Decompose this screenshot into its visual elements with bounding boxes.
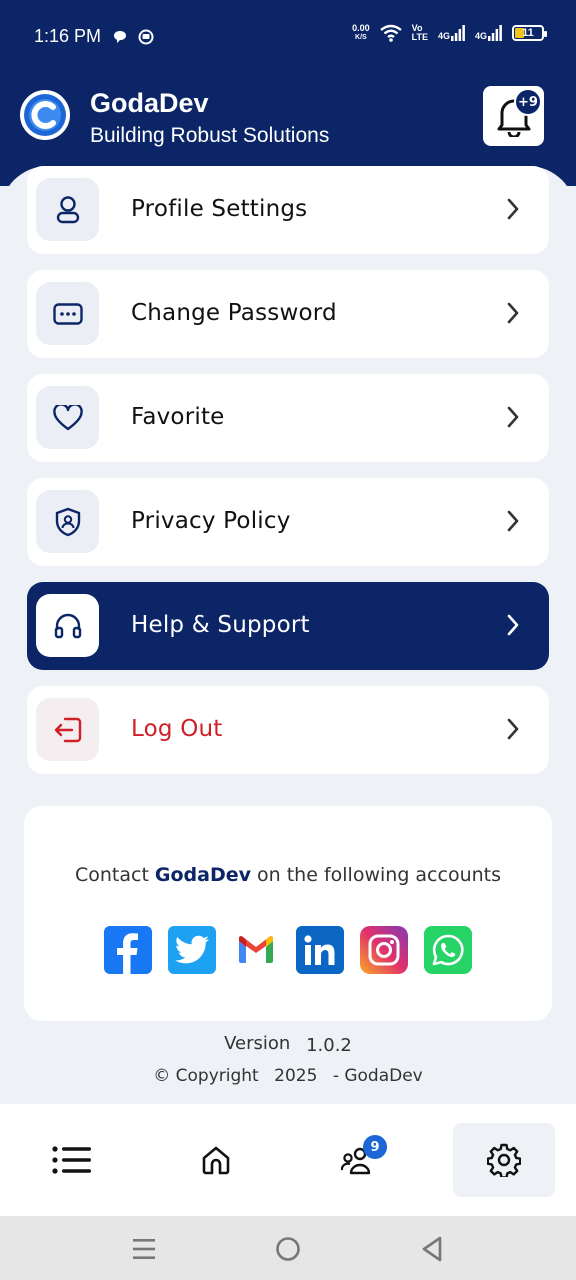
system-nav-bar (0, 1216, 576, 1280)
signal-2: 4G (475, 25, 502, 41)
chevron-right-icon (507, 614, 519, 636)
logout-icon (54, 717, 81, 742)
menu-item-profile-settings[interactable]: Profile Settings (27, 166, 549, 254)
menu-item-help-support[interactable]: Help & Support (27, 582, 549, 670)
version-line: Version 1.0.2 (0, 1033, 576, 1056)
person-icon (56, 195, 79, 223)
social-links (104, 926, 472, 974)
menu-icon-box (36, 178, 99, 241)
battery-icon: 11 (512, 25, 547, 41)
chevron-right-icon (507, 302, 519, 324)
menu-item-label: Change Password (131, 300, 337, 326)
home-system-button[interactable] (273, 1234, 303, 1264)
app-tagline: Building Robust Solutions (90, 124, 330, 147)
signal-1: 4G (438, 25, 465, 41)
menu-lines-icon (133, 1239, 155, 1259)
circle-icon (276, 1237, 300, 1261)
volte-indicator: Vo LTE (411, 23, 428, 42)
net-speed: 0.00 K/S (352, 23, 370, 42)
password-icon (52, 302, 83, 325)
linkedin-icon[interactable] (296, 926, 344, 974)
menu-item-privacy-policy[interactable]: Privacy Policy (27, 478, 549, 566)
people-badge: 9 (363, 1135, 387, 1159)
status-notification-icons (112, 29, 154, 45)
menu-item-log-out[interactable]: Log Out (27, 686, 549, 774)
app-status-icon (138, 29, 154, 45)
nav-people[interactable]: 9 (309, 1123, 411, 1197)
chat-icon (114, 31, 126, 43)
wifi-icon (379, 24, 402, 42)
headphones-icon (54, 613, 81, 638)
contact-card: Contact GodaDev on the following accounts (24, 806, 552, 1021)
menu-item-label: Favorite (131, 404, 225, 430)
back-system-button[interactable] (417, 1234, 447, 1264)
copyright-label: © Copyright (153, 1066, 259, 1086)
shield-user-icon (55, 507, 80, 536)
list-icon (52, 1146, 91, 1174)
app-name: GodaDev (90, 88, 209, 118)
instagram-icon[interactable] (360, 926, 408, 974)
signal-bars-icon (488, 25, 502, 41)
copyright-year: 2025 (274, 1066, 318, 1086)
facebook-icon[interactable] (104, 926, 152, 974)
menu-item-label: Privacy Policy (131, 508, 291, 534)
menu-item-label: Help & Support (131, 612, 310, 638)
status-time: 1:16 PM (34, 26, 102, 46)
back-triangle-icon (422, 1236, 442, 1262)
gear-icon (487, 1143, 521, 1177)
copyright-line: © Copyright 2025 - GodaDev (0, 1066, 576, 1086)
version-number: 1.0.2 (306, 1035, 352, 1056)
chevron-right-icon (507, 510, 519, 532)
version-label: Version (224, 1033, 291, 1054)
twitter-icon[interactable] (168, 926, 216, 974)
recent-apps-button[interactable] (129, 1234, 159, 1264)
nav-menu[interactable] (21, 1123, 123, 1197)
home-icon (202, 1146, 230, 1175)
chevron-right-icon (507, 198, 519, 220)
status-icons: 0.00 K/S Vo LTE 4G 4G 11 (352, 23, 547, 42)
menu-icon-box (36, 282, 99, 345)
menu-item-label: Profile Settings (131, 196, 308, 222)
chevron-right-icon (507, 406, 519, 428)
chevron-right-icon (507, 718, 519, 740)
menu-icon-box (36, 386, 99, 449)
notifications-button[interactable]: +9 (483, 86, 544, 146)
status-bar: 1:16 PM 0.00 K/S Vo LTE 4G 4G 11 (0, 0, 576, 76)
nav-settings[interactable] (453, 1123, 555, 1197)
gmail-icon[interactable] (232, 926, 280, 974)
contact-text: Contact GodaDev on the following accounts (74, 864, 502, 886)
menu-item-label: Log Out (131, 716, 223, 742)
app-logo (20, 90, 70, 140)
menu-item-change-password[interactable]: Change Password (27, 270, 549, 358)
signal-bars-icon (450, 25, 465, 41)
notification-badge: +9 (514, 88, 542, 116)
heart-icon (52, 404, 83, 430)
menu-icon-box (36, 594, 99, 657)
logo-icon (24, 94, 66, 136)
menu-item-favorite[interactable]: Favorite (27, 374, 549, 462)
menu-icon-box (36, 490, 99, 553)
nav-home[interactable] (165, 1123, 267, 1197)
copyright-owner: - GodaDev (332, 1066, 423, 1086)
bottom-nav: 9 (0, 1104, 576, 1216)
whatsapp-icon[interactable] (424, 926, 472, 974)
menu-icon-box (36, 698, 99, 761)
